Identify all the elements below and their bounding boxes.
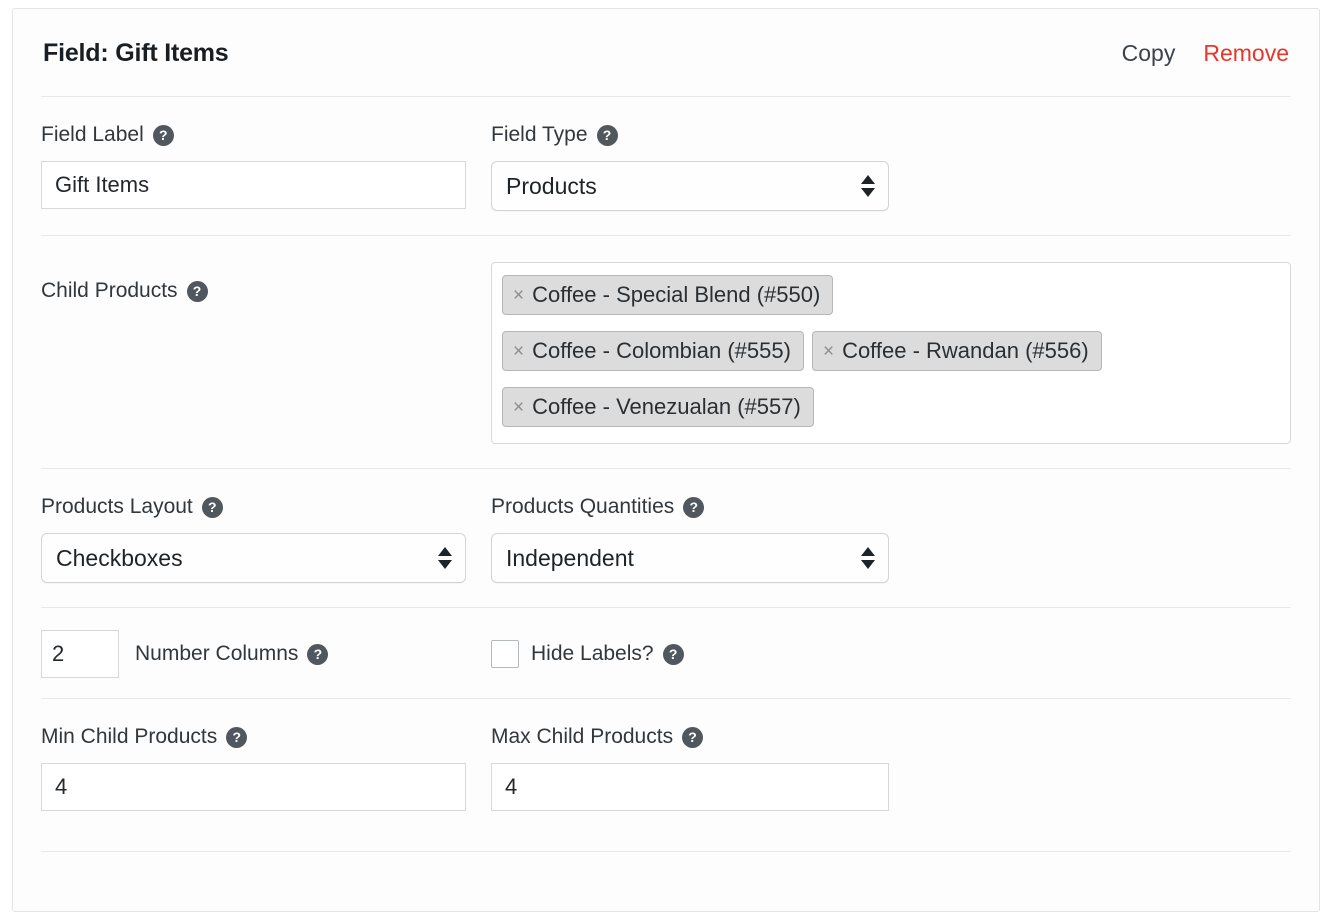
- hide-labels-label-text: Hide Labels?: [531, 642, 654, 665]
- field-type-select[interactable]: Products: [491, 161, 889, 211]
- field-type-select-wrap: Products: [491, 161, 889, 211]
- products-layout-group: Products Layout ? Checkboxes: [41, 495, 466, 583]
- help-icon[interactable]: ?: [201, 496, 223, 518]
- hide-labels-group: Hide Labels? ?: [491, 640, 684, 668]
- field-label-type-row: Field Label ? Field Type ? Products: [13, 97, 1319, 235]
- panel-header: Field: Gift Items Copy Remove: [13, 9, 1319, 96]
- product-token-label: Coffee - Rwandan (#556): [842, 338, 1089, 363]
- field-label-text: Field Label: [41, 123, 144, 146]
- product-token-label: Coffee - Venezualan (#557): [532, 394, 801, 419]
- number-columns-label-text: Number Columns: [135, 642, 299, 665]
- min-max-child-products-row: Min Child Products ? Max Child Products …: [13, 699, 1319, 835]
- products-layout-caption: Products Layout ?: [41, 495, 466, 519]
- min-child-products-caption: Min Child Products ?: [41, 725, 466, 749]
- max-child-products-input[interactable]: [491, 763, 889, 811]
- number-columns-group: Number Columns ?: [41, 630, 466, 678]
- product-token[interactable]: × Coffee - Colombian (#555): [502, 331, 804, 371]
- products-quantities-select-wrap: Independent: [491, 533, 889, 583]
- min-child-products-group: Min Child Products ?: [41, 725, 466, 811]
- products-quantities-caption: Products Quantities ?: [491, 495, 889, 519]
- products-quantities-label-text: Products Quantities: [491, 495, 675, 518]
- close-icon[interactable]: ×: [513, 286, 524, 305]
- product-token[interactable]: × Coffee - Venezualan (#557): [502, 387, 814, 427]
- child-products-caption: Child Products ?: [41, 279, 466, 303]
- products-layout-select[interactable]: Checkboxes: [41, 533, 466, 583]
- min-child-products-label-text: Min Child Products: [41, 725, 218, 748]
- close-icon[interactable]: ×: [513, 398, 524, 417]
- child-products-label-text: Child Products: [41, 279, 178, 302]
- header-actions: Copy Remove: [1122, 40, 1289, 67]
- number-columns-input[interactable]: [41, 630, 119, 678]
- child-products-label-group: Child Products ?: [41, 262, 466, 444]
- field-label-input[interactable]: [41, 161, 466, 209]
- products-layout-select-wrap: Checkboxes: [41, 533, 466, 583]
- child-products-row: Child Products ? × Coffee - Special Blen…: [13, 236, 1319, 468]
- page-title: Field: Gift Items: [43, 39, 229, 67]
- help-icon[interactable]: ?: [662, 643, 684, 665]
- child-products-token-field[interactable]: × Coffee - Special Blend (#550) × Coffee…: [491, 262, 1291, 444]
- help-icon[interactable]: ?: [596, 124, 618, 146]
- field-label-group: Field Label ?: [41, 123, 466, 211]
- product-token-label: Coffee - Colombian (#555): [532, 338, 791, 363]
- products-layout-label-text: Products Layout: [41, 495, 193, 518]
- field-type-caption: Field Type ?: [491, 123, 889, 147]
- help-icon[interactable]: ?: [186, 280, 208, 302]
- hide-labels-caption: Hide Labels? ?: [531, 642, 684, 666]
- max-child-products-group: Max Child Products ?: [491, 725, 889, 811]
- help-icon[interactable]: ?: [683, 496, 705, 518]
- divider: [41, 851, 1291, 852]
- number-columns-caption: Number Columns ?: [135, 642, 329, 666]
- close-icon[interactable]: ×: [823, 342, 834, 361]
- help-icon[interactable]: ?: [682, 726, 704, 748]
- min-child-products-input[interactable]: [41, 763, 466, 811]
- help-icon[interactable]: ?: [307, 643, 329, 665]
- help-icon[interactable]: ?: [226, 726, 248, 748]
- hide-labels-checkbox[interactable]: [491, 640, 519, 668]
- field-type-text: Field Type: [491, 123, 588, 146]
- field-label-caption: Field Label ?: [41, 123, 466, 147]
- remove-field-button[interactable]: Remove: [1203, 40, 1289, 67]
- field-settings-panel: Field: Gift Items Copy Remove Field Labe…: [12, 8, 1320, 912]
- max-child-products-caption: Max Child Products ?: [491, 725, 889, 749]
- field-type-group: Field Type ? Products: [491, 123, 889, 211]
- max-child-products-label-text: Max Child Products: [491, 725, 674, 748]
- product-token-label: Coffee - Special Blend (#550): [532, 282, 821, 307]
- product-token[interactable]: × Coffee - Special Blend (#550): [502, 275, 834, 315]
- number-columns-row: Number Columns ? Hide Labels? ?: [13, 608, 1319, 698]
- products-layout-row: Products Layout ? Checkboxes Products Qu…: [13, 469, 1319, 607]
- help-icon[interactable]: ?: [152, 124, 174, 146]
- copy-field-button[interactable]: Copy: [1122, 40, 1176, 67]
- product-token[interactable]: × Coffee - Rwandan (#556): [811, 331, 1102, 371]
- products-quantities-select[interactable]: Independent: [491, 533, 889, 583]
- products-quantities-group: Products Quantities ? Independent: [491, 495, 889, 583]
- close-icon[interactable]: ×: [513, 342, 524, 361]
